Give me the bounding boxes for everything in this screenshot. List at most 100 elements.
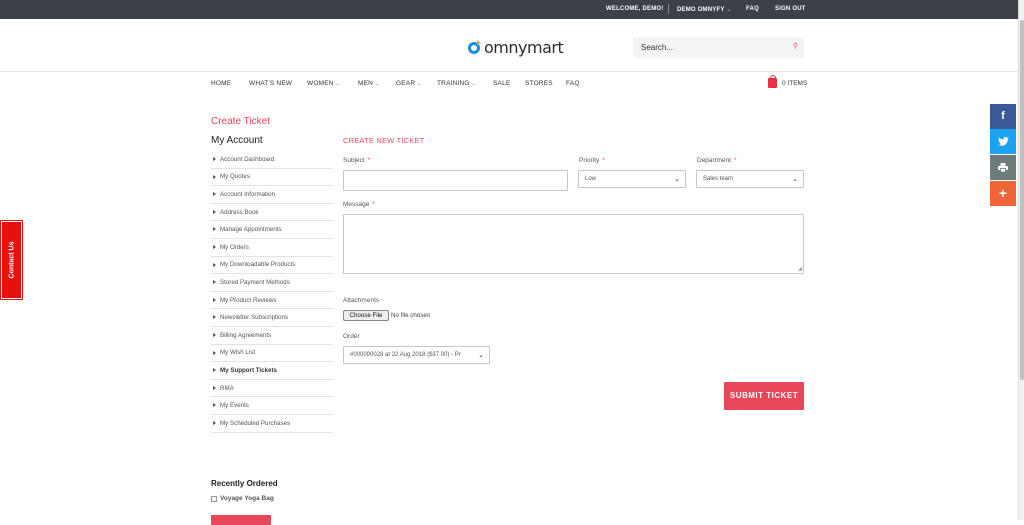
nav-training[interactable]: TRAINING ⌄ bbox=[437, 80, 476, 87]
recent-item-checkbox[interactable] bbox=[211, 495, 217, 502]
nav-men[interactable]: MEN ⌄ bbox=[358, 80, 379, 87]
chevron-down-icon: ⌄ bbox=[792, 176, 798, 183]
account-menu[interactable]: DEMO OMNYFY ⌄ bbox=[677, 6, 732, 13]
main-nav: HOME WHAT'S NEW WOMEN ⌄ MEN ⌄ GEAR ⌄ TRAINI… bbox=[0, 72, 1018, 96]
page-scrollbar[interactable] bbox=[1018, 0, 1024, 520]
faq-link[interactable]: FAQ bbox=[746, 6, 759, 12]
sidebar-item-wish-list[interactable]: My Wish List bbox=[211, 345, 333, 363]
page-title: Create Ticket bbox=[211, 116, 270, 127]
attachments-label: Attachments bbox=[343, 297, 380, 304]
subject-label-text: Subject bbox=[343, 157, 365, 164]
logo-text: omnymart bbox=[484, 37, 564, 57]
divider bbox=[668, 4, 669, 14]
recent-item-label: Voyage Yoga Bag bbox=[220, 495, 274, 502]
sidebar-item-account-information[interactable]: Account Information bbox=[211, 186, 333, 204]
sidebar-item-product-reviews[interactable]: My Product Reviews bbox=[211, 292, 333, 310]
sidebar-item-stored-payment-methods[interactable]: Stored Payment Methods bbox=[211, 274, 333, 292]
nav-gear[interactable]: GEAR ⌄ bbox=[396, 80, 422, 87]
chevron-down-icon: ⌄ bbox=[471, 81, 477, 87]
scrollbar-thumb[interactable] bbox=[1020, 20, 1024, 380]
account-name: DEMO OMNYFY bbox=[677, 7, 725, 13]
message-label-text: Message bbox=[343, 201, 370, 208]
recent-item[interactable]: Voyage Yoga Bag bbox=[211, 495, 274, 502]
required-mark: * bbox=[367, 157, 371, 164]
required-mark: * bbox=[372, 201, 375, 208]
required-mark: * bbox=[733, 157, 737, 164]
sidebar-item-newsletter[interactable]: Newsletter Subscriptions bbox=[211, 309, 333, 327]
nav-training-label: TRAINING bbox=[437, 80, 470, 87]
chevron-down-icon: ⌄ bbox=[417, 81, 422, 87]
chevron-down-icon: ⌄ bbox=[726, 7, 732, 13]
nav-women-label: WOMEN bbox=[307, 80, 334, 87]
order-label: Order bbox=[343, 333, 360, 340]
nav-sale[interactable]: SALE bbox=[493, 80, 510, 87]
sidebar-item-support-tickets[interactable]: My Support Tickets bbox=[211, 362, 333, 380]
order-value: #000000028 at 22 Aug 2018 ($37.00) - Pr bbox=[350, 352, 461, 358]
chevron-down-icon: ⌄ bbox=[335, 81, 341, 87]
omnymart-logo[interactable]: omnymart bbox=[466, 37, 564, 57]
resize-handle-icon[interactable]: ◢ bbox=[798, 266, 802, 272]
print-icon[interactable] bbox=[990, 155, 1016, 180]
sign-out-link[interactable]: SIGN OUT bbox=[775, 6, 806, 12]
logo-icon bbox=[466, 39, 482, 55]
department-label: Department * bbox=[697, 157, 737, 164]
twitter-bird-icon bbox=[997, 137, 1009, 146]
priority-select[interactable]: Low ⌄ bbox=[578, 170, 686, 188]
share-more-icon[interactable]: + bbox=[990, 181, 1016, 206]
nav-men-label: MEN bbox=[358, 80, 374, 87]
chevron-down-icon: ⌄ bbox=[476, 351, 484, 359]
plus-glyph: + bbox=[998, 185, 1008, 201]
top-bar: WELCOME, DEMO! DEMO OMNYFY ⌄ FAQ SIGN OU… bbox=[0, 0, 1018, 19]
sidebar-item-my-orders[interactable]: My Orders bbox=[211, 239, 333, 257]
sidebar-item-billing-agreements[interactable]: Billing Agreements bbox=[211, 327, 333, 345]
account-heading: My Account bbox=[211, 135, 263, 146]
priority-value: Low bbox=[585, 176, 597, 182]
priority-label: Priority * bbox=[579, 157, 605, 164]
sidebar-item-my-events[interactable]: My Events bbox=[211, 397, 333, 415]
contact-us-tab[interactable]: Contact Us bbox=[0, 220, 23, 300]
required-mark: * bbox=[602, 157, 605, 164]
priority-label-text: Priority bbox=[579, 157, 600, 164]
facebook-glyph: f bbox=[1001, 110, 1005, 122]
department-value: Sales team bbox=[703, 176, 734, 182]
welcome-text: WELCOME, DEMO! bbox=[606, 6, 664, 12]
nav-women[interactable]: WOMEN ⌄ bbox=[307, 80, 340, 87]
sidebar-item-scheduled-purchases[interactable]: My Scheduled Purchases bbox=[211, 415, 333, 433]
shopping-bag-icon bbox=[768, 75, 777, 88]
facebook-icon[interactable]: f bbox=[990, 104, 1016, 129]
order-select[interactable]: #000000028 at 22 Aug 2018 ($37.00) - Pr ⌄ bbox=[343, 346, 490, 364]
message-label: Message * bbox=[343, 201, 375, 208]
printer-icon bbox=[998, 163, 1008, 173]
sidebar-item-account-dashboard[interactable]: Account Dashboard bbox=[211, 151, 333, 169]
sidebar-item-manage-appointments[interactable]: Manage Appointments bbox=[211, 221, 333, 239]
choose-file-button[interactable]: Choose File bbox=[343, 310, 389, 321]
add-to-cart-button[interactable] bbox=[211, 515, 271, 525]
message-textarea[interactable]: ◢ bbox=[343, 214, 804, 274]
recently-ordered-heading: Recently Ordered bbox=[211, 479, 278, 488]
form-title: CREATE NEW TICKET bbox=[343, 136, 425, 145]
nav-home[interactable]: HOME bbox=[211, 80, 231, 87]
department-label-text: Department bbox=[697, 157, 731, 164]
department-select[interactable]: Sales team ⌄ bbox=[696, 170, 804, 188]
search-input[interactable]: Search... ⚲ bbox=[633, 37, 804, 58]
nav-whats-new[interactable]: WHAT'S NEW bbox=[249, 80, 292, 87]
search-icon[interactable]: ⚲ bbox=[793, 42, 798, 50]
account-sidebar: Account Dashboard My Quotes Account Info… bbox=[211, 151, 333, 433]
subject-input[interactable] bbox=[343, 170, 568, 191]
nav-stores[interactable]: STORES bbox=[525, 80, 553, 87]
nav-gear-label: GEAR bbox=[396, 80, 416, 87]
site-header: omnymart Search... ⚲ bbox=[0, 19, 1018, 72]
twitter-icon[interactable] bbox=[990, 129, 1016, 154]
nav-faq[interactable]: FAQ bbox=[566, 80, 580, 87]
sidebar-item-rma[interactable]: RMA bbox=[211, 380, 333, 398]
contact-us-label: Contact Us bbox=[8, 241, 15, 279]
sidebar-item-my-quotes[interactable]: My Quotes bbox=[211, 169, 333, 187]
sidebar-item-address-book[interactable]: Address Book bbox=[211, 204, 333, 222]
mini-cart[interactable]: 0 ITEMS bbox=[768, 75, 808, 88]
cart-count: 0 ITEMS bbox=[782, 79, 808, 87]
submit-ticket-button[interactable]: SUBMIT TICKET bbox=[724, 382, 804, 410]
chevron-down-icon: ⌄ bbox=[375, 81, 380, 87]
search-placeholder: Search... bbox=[641, 43, 674, 52]
sidebar-item-downloadable-products[interactable]: My Downloadable Products bbox=[211, 257, 333, 275]
subject-label: Subject * bbox=[343, 157, 370, 164]
